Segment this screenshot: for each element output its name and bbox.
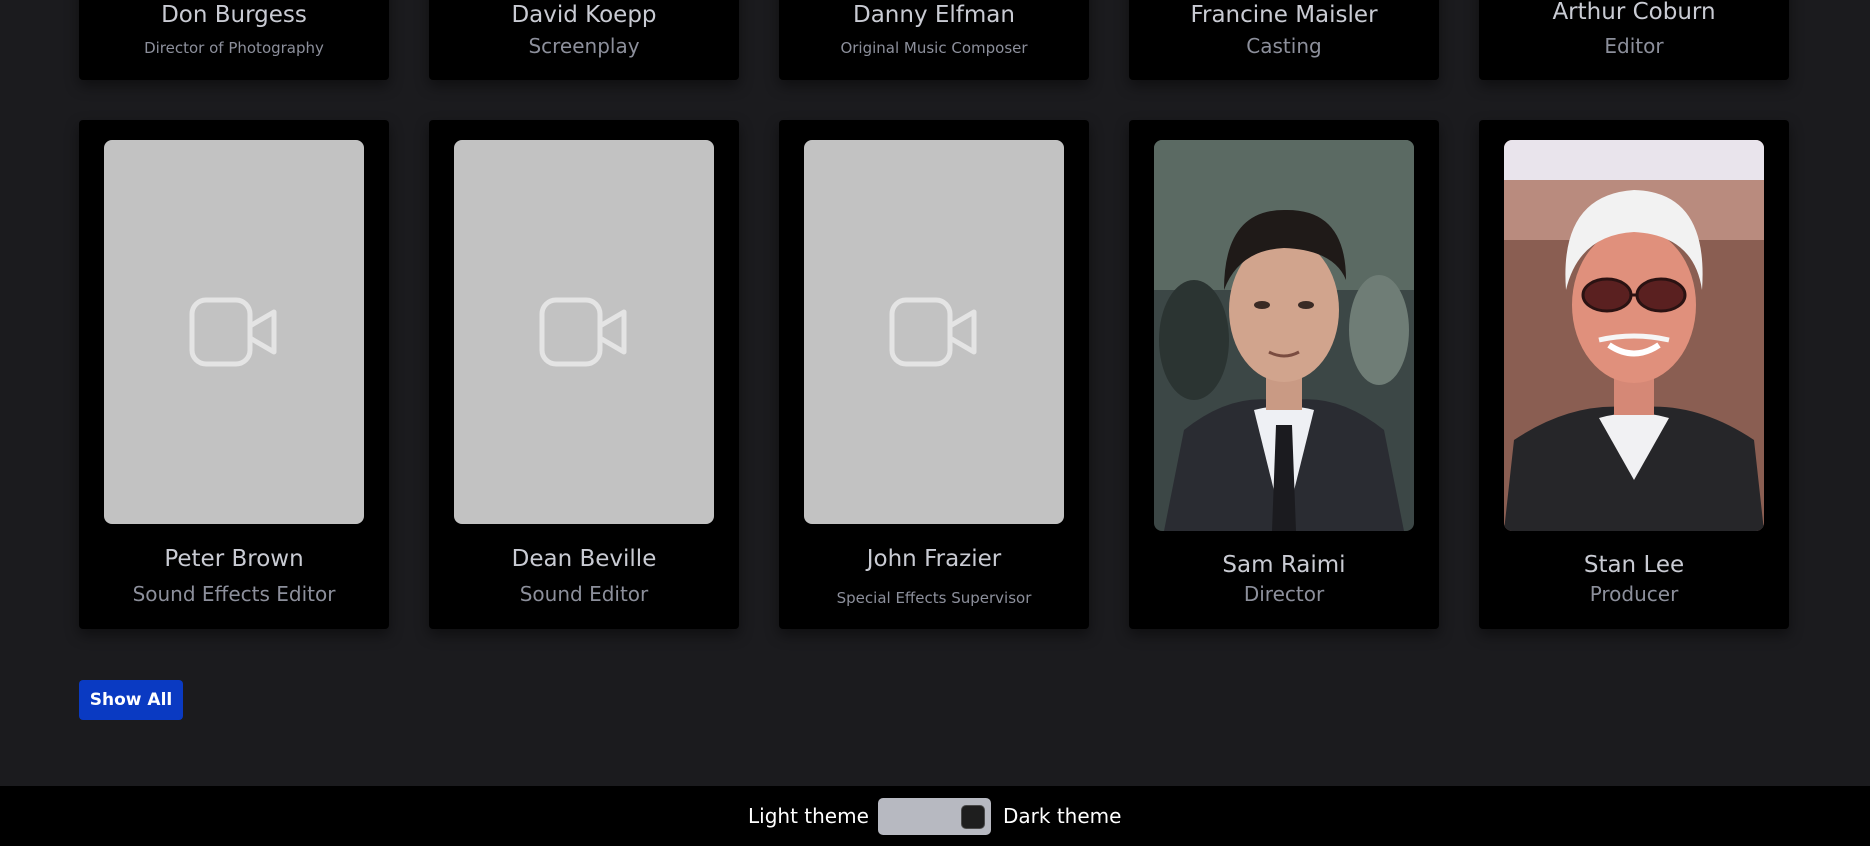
crew-photo (1154, 140, 1414, 531)
show-all-button[interactable]: Show All (79, 680, 183, 720)
crew-card[interactable]: Francine Maisler Casting (1129, 0, 1439, 80)
crew-card[interactable]: David Koepp Screenplay (429, 0, 739, 80)
crew-role: Sound Effects Editor (132, 582, 336, 606)
crew-role: Special Effects Supervisor (836, 589, 1032, 607)
crew-card[interactable]: Danny Elfman Original Music Composer (779, 0, 1089, 80)
toggle-knob[interactable] (961, 805, 985, 829)
crew-photo-placeholder (104, 140, 364, 524)
dark-theme-label: Dark theme (1003, 804, 1122, 828)
crew-card[interactable]: Sam Raimi Director (1129, 120, 1439, 629)
crew-name: Don Burgess (161, 2, 307, 28)
crew-card[interactable]: Don Burgess Director of Photography (79, 0, 389, 80)
crew-card[interactable]: Peter Brown Sound Effects Editor (79, 120, 389, 629)
crew-role: Casting (1246, 34, 1322, 58)
crew-name: David Koepp (511, 2, 657, 28)
crew-photo (1504, 140, 1764, 531)
portrait-image (1154, 140, 1414, 531)
video-placeholder-icon (189, 297, 277, 367)
crew-role: Producer (1589, 582, 1679, 606)
crew-name: Stan Lee (1583, 552, 1685, 578)
crew-role: Screenplay (528, 34, 640, 58)
crew-role: Original Music Composer (840, 39, 1028, 57)
crew-name: Francine Maisler (1190, 2, 1378, 28)
crew-name: Arthur Coburn (1552, 0, 1716, 25)
crew-role: Editor (1604, 34, 1664, 58)
theme-toggle[interactable] (878, 798, 991, 835)
crew-name: Dean Beville (511, 546, 657, 572)
crew-card[interactable]: Stan Lee Producer (1479, 120, 1789, 629)
light-theme-label: Light theme (748, 804, 869, 828)
portrait-image (1504, 140, 1764, 531)
crew-card[interactable]: Arthur Coburn Editor (1479, 0, 1789, 80)
crew-role: Sound Editor (519, 582, 649, 606)
crew-name: Danny Elfman (853, 2, 1015, 28)
crew-photo-placeholder (454, 140, 714, 524)
crew-role: Director of Photography (144, 39, 324, 57)
crew-photo-placeholder (804, 140, 1064, 524)
footer: Light theme Dark theme (0, 786, 1870, 846)
video-placeholder-icon (889, 297, 977, 367)
crew-name: John Frazier (866, 546, 1002, 572)
crew-name: Peter Brown (164, 546, 304, 572)
crew-page: Don Burgess Director of Photography Davi… (0, 0, 1870, 846)
crew-role: Director (1243, 582, 1325, 606)
crew-card[interactable]: John Frazier Special Effects Supervisor (779, 120, 1089, 629)
crew-card[interactable]: Dean Beville Sound Editor (429, 120, 739, 629)
video-placeholder-icon (539, 297, 627, 367)
crew-name: Sam Raimi (1222, 552, 1346, 578)
